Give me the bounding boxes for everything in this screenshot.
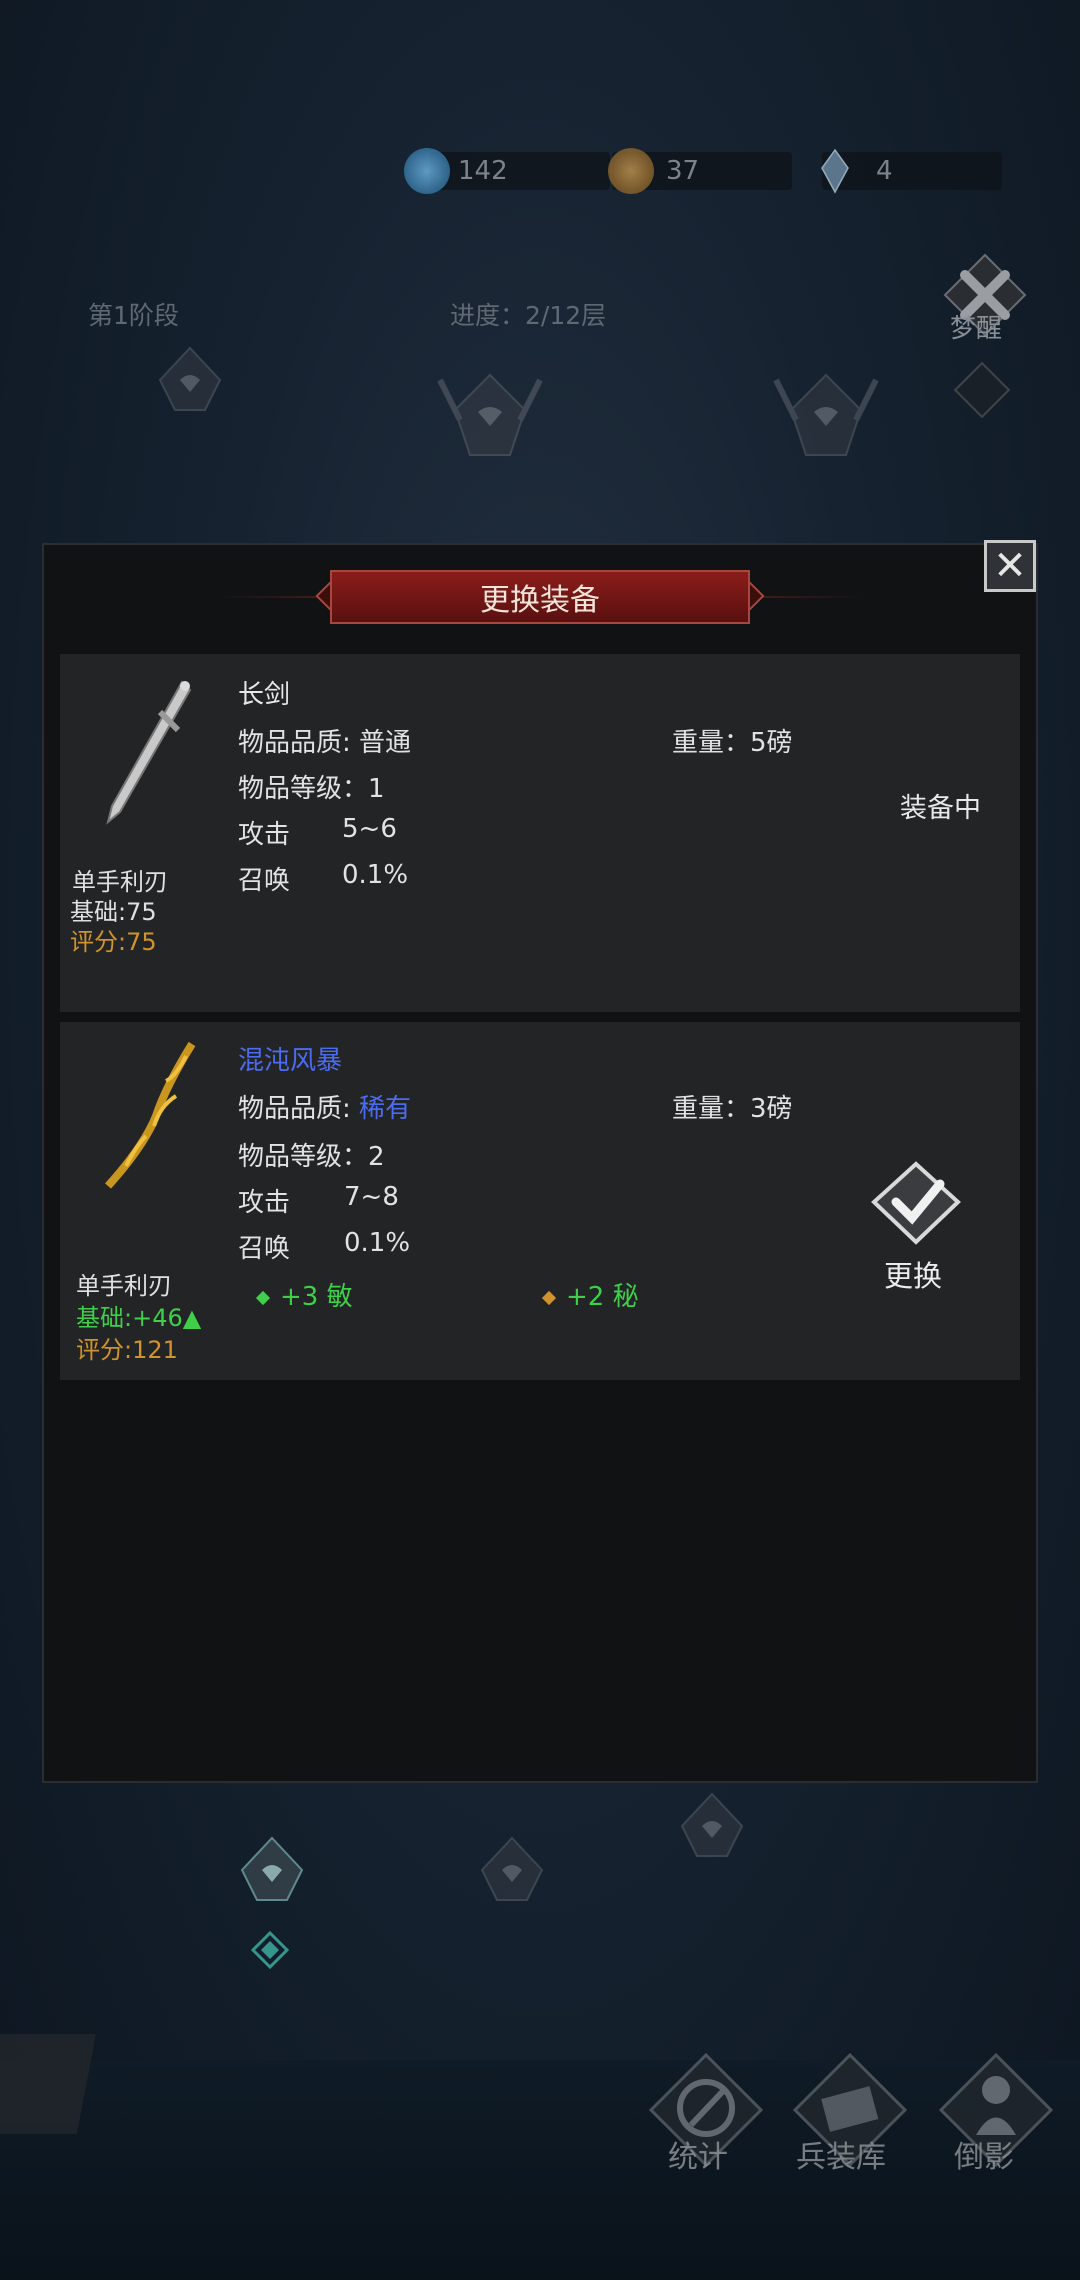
current-attack-value: 5~6 bbox=[342, 814, 397, 844]
bonus-arcane-text: +2 秘 bbox=[566, 1282, 639, 1312]
candidate-item-name: 混沌风暴 bbox=[238, 1046, 343, 1076]
map-node-boss-icon bbox=[773, 373, 879, 456]
bonus-arcane: +2 秘 bbox=[541, 1276, 639, 1313]
current-summon-label: 召唤 bbox=[238, 866, 291, 896]
crystals-count: 4 bbox=[876, 156, 893, 186]
stage-label: 第1阶段 bbox=[88, 301, 179, 330]
stage-progress: 进度：2/12层 bbox=[450, 301, 607, 330]
soul-orb-icon bbox=[404, 148, 450, 194]
green-gem-icon bbox=[255, 1290, 271, 1305]
coin-icon bbox=[608, 148, 654, 194]
replace-check-icon[interactable] bbox=[868, 1158, 964, 1248]
replace-button[interactable]: 更换 bbox=[884, 1253, 942, 1295]
candidate-quality: 物品品质: 稀有 bbox=[238, 1088, 411, 1125]
candidate-attack-label: 攻击 bbox=[238, 1188, 291, 1218]
nav-stats-label[interactable]: 统计 bbox=[668, 2132, 728, 2176]
quality-value: 普通 bbox=[359, 728, 412, 758]
current-attack-label: 攻击 bbox=[238, 820, 291, 850]
map-node-boss-icon bbox=[437, 373, 543, 456]
dialog-title: 更换装备 bbox=[330, 570, 750, 624]
coins-count: 37 bbox=[666, 156, 700, 186]
wake-label[interactable]: 梦醒 bbox=[950, 308, 1002, 345]
candidate-weight: 重量：3磅 bbox=[672, 1094, 793, 1124]
current-weight: 重量：5磅 bbox=[672, 728, 793, 758]
souls-count: 142 bbox=[458, 156, 508, 186]
warning-icon[interactable] bbox=[953, 361, 1011, 419]
candidate-score: 评分:121 bbox=[76, 1336, 178, 1364]
map-node-current-icon bbox=[240, 1836, 304, 1901]
nav-armory-label[interactable]: 兵装库 bbox=[796, 2132, 886, 2176]
chaos-storm-blade-icon bbox=[105, 1041, 196, 1189]
quality-label: 物品品质: bbox=[238, 728, 360, 758]
longsword-icon bbox=[106, 680, 192, 825]
nav-reflection-label[interactable]: 倒影 bbox=[954, 2132, 1014, 2176]
bottom-nav-bar bbox=[0, 2060, 1080, 2280]
gold-gem-icon bbox=[541, 1290, 557, 1305]
candidate-base-value: 基础:+46▲ bbox=[76, 1304, 202, 1332]
candidate-attack-value: 7~8 bbox=[344, 1182, 399, 1212]
bonus-agility: +3 敏 bbox=[255, 1276, 353, 1313]
bonus-agility-text: +3 敏 bbox=[280, 1282, 353, 1312]
map-node-hood-icon bbox=[480, 1836, 544, 1901]
path-marker-icon bbox=[250, 1930, 290, 1970]
candidate-summon-label: 召唤 bbox=[238, 1234, 291, 1264]
candidate-level: 物品等级：2 bbox=[238, 1142, 385, 1172]
candidate-summon-value: 0.1% bbox=[344, 1228, 411, 1258]
resource-bar-souls bbox=[430, 152, 610, 190]
candidate-weapon-type: 单手利刃 bbox=[76, 1272, 172, 1300]
map-node-hood-icon bbox=[158, 346, 222, 411]
map-node-hood-icon bbox=[680, 1792, 744, 1857]
current-summon-value: 0.1% bbox=[342, 860, 409, 890]
current-level: 物品等级：1 bbox=[238, 774, 385, 804]
equipped-status: 装备中 bbox=[900, 793, 981, 824]
current-score: 评分:75 bbox=[70, 928, 157, 956]
current-quality: 物品品质: 普通 bbox=[238, 722, 411, 759]
current-item-name: 长剑 bbox=[238, 680, 291, 710]
quality-value: 稀有 bbox=[359, 1094, 412, 1124]
current-item-card bbox=[60, 654, 1020, 1012]
close-icon[interactable]: ✕ bbox=[984, 540, 1036, 592]
quality-label: 物品品质: bbox=[238, 1094, 360, 1124]
crystal-icon bbox=[821, 148, 849, 194]
